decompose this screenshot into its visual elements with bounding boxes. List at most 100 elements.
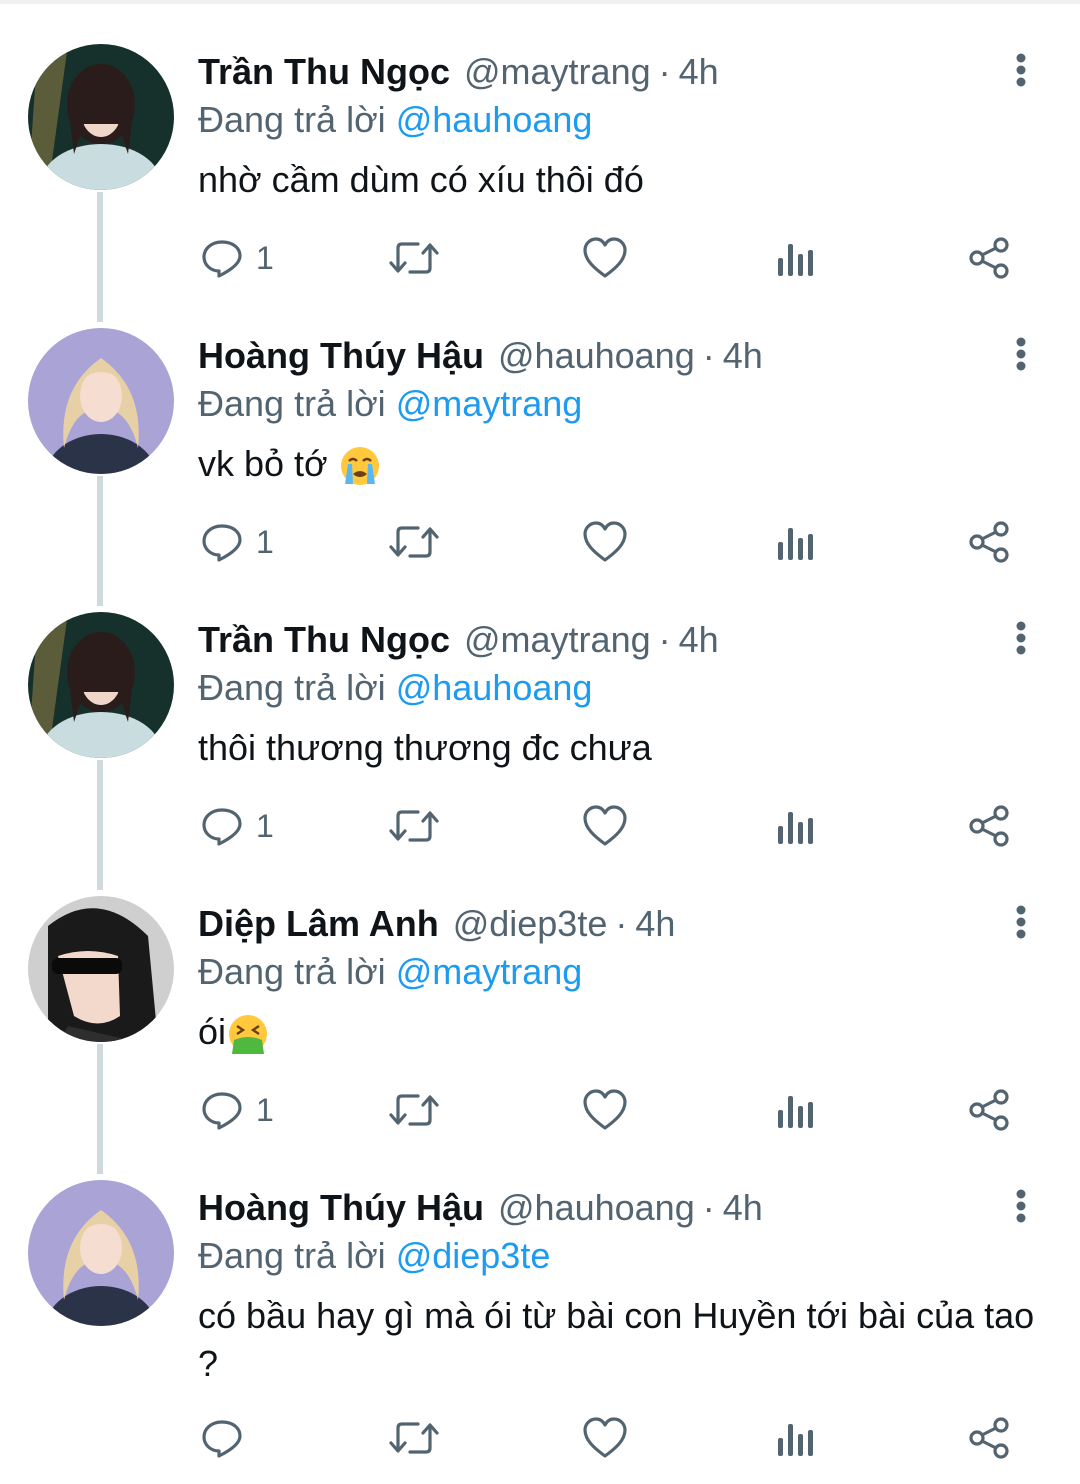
tweet-actions: 1	[0, 796, 1080, 856]
replying-to: Đang trả lời @maytrang	[198, 950, 582, 994]
like-button[interactable]	[582, 228, 628, 288]
share-button[interactable]	[968, 1080, 1012, 1140]
display-name[interactable]: Trần Thu Ngọc	[198, 51, 450, 92]
reply-mention[interactable]: @hauhoang	[396, 667, 593, 708]
reply-button[interactable]: 1	[200, 796, 274, 856]
share-button[interactable]	[968, 796, 1012, 856]
display-name[interactable]: Hoàng Thúy Hậu	[198, 335, 484, 376]
replying-to: Đang trả lời @diep3te	[198, 1234, 550, 1278]
retweet-icon	[389, 1422, 439, 1454]
separator: ·	[658, 51, 671, 92]
timestamp[interactable]: 4h	[679, 51, 719, 92]
avatar[interactable]	[28, 44, 174, 190]
reply-button[interactable]: 1	[200, 228, 274, 288]
tweet-actions	[0, 1408, 1080, 1468]
retweet-button[interactable]	[388, 1408, 440, 1468]
like-button[interactable]	[582, 1408, 628, 1468]
tweet-header: Hoàng Thúy Hậu @hauhoang · 4h	[198, 334, 763, 378]
display-name[interactable]: Diệp Lâm Anh	[198, 903, 439, 944]
reply-count: 1	[256, 239, 274, 276]
analytics-button[interactable]	[776, 1080, 816, 1140]
timestamp[interactable]: 4h	[723, 335, 763, 376]
handle[interactable]: @hauhoang	[498, 1187, 695, 1228]
avatar-hoang-thuy-hau	[28, 1180, 174, 1326]
analytics-button[interactable]	[776, 228, 816, 288]
avatar[interactable]	[28, 1180, 174, 1326]
timestamp[interactable]: 4h	[723, 1187, 763, 1228]
timestamp[interactable]: 4h	[635, 903, 675, 944]
more-icon[interactable]	[1006, 904, 1036, 940]
reply-count: 1	[256, 523, 274, 560]
handle[interactable]: @maytrang	[464, 619, 651, 660]
analytics-icon	[778, 244, 813, 276]
tweet-header: Trần Thu Ngọc @maytrang · 4h	[198, 618, 719, 662]
reply-icon	[202, 808, 242, 846]
reply-prefix: Đang trả lời	[198, 667, 386, 708]
reply-prefix: Đang trả lời	[198, 383, 386, 424]
retweet-icon	[389, 526, 439, 558]
analytics-button[interactable]	[776, 796, 816, 856]
loudly-crying-face-icon	[340, 447, 379, 486]
like-icon	[583, 805, 627, 846]
reply-prefix: Đang trả lời	[198, 1235, 386, 1276]
reply-mention[interactable]: @maytrang	[396, 383, 583, 424]
display-name[interactable]: Trần Thu Ngọc	[198, 619, 450, 660]
retweet-button[interactable]	[388, 796, 440, 856]
reply-icon	[202, 1420, 242, 1458]
analytics-icon	[778, 1424, 813, 1456]
tweet-text: nhờ cầm dùm có xíu thôi đó	[198, 159, 644, 200]
share-button[interactable]	[968, 1408, 1012, 1468]
like-icon	[583, 1089, 627, 1130]
tweet-text: có bầu hay gì mà ói từ bài con Huyền tới…	[198, 1295, 1035, 1384]
handle[interactable]: @maytrang	[464, 51, 651, 92]
timestamp[interactable]: 4h	[679, 619, 719, 660]
more-icon[interactable]	[1006, 620, 1036, 656]
reply-icon	[202, 1092, 242, 1130]
analytics-button[interactable]	[776, 1408, 816, 1468]
more-icon[interactable]	[1006, 1188, 1036, 1224]
reply-icon	[202, 240, 242, 278]
retweet-button[interactable]	[388, 1080, 440, 1140]
separator: ·	[702, 335, 715, 376]
face-vomiting-icon	[229, 1015, 268, 1055]
tweet-text: vk bỏ tớ	[198, 443, 328, 484]
share-button[interactable]	[968, 512, 1012, 572]
reply-mention[interactable]: @maytrang	[396, 951, 583, 992]
retweet-button[interactable]	[388, 512, 440, 572]
more-icon[interactable]	[1006, 52, 1036, 88]
reply-mention[interactable]: @diep3te	[396, 1235, 551, 1276]
handle[interactable]: @hauhoang	[498, 335, 695, 376]
avatar[interactable]	[28, 612, 174, 758]
tweet-actions: 1	[0, 228, 1080, 288]
share-icon	[969, 805, 1009, 847]
like-button[interactable]	[582, 512, 628, 572]
avatar[interactable]	[28, 896, 174, 1042]
display-name[interactable]: Hoàng Thúy Hậu	[198, 1187, 484, 1228]
more-icon[interactable]	[1006, 336, 1036, 372]
tweet-header: Diệp Lâm Anh @diep3te · 4h	[198, 902, 675, 946]
replying-to: Đang trả lời @hauhoang	[198, 98, 592, 142]
like-button[interactable]	[582, 796, 628, 856]
like-icon	[583, 1417, 627, 1458]
share-button[interactable]	[968, 228, 1012, 288]
reply-button[interactable]: 1	[200, 512, 274, 572]
reply-button[interactable]: 1	[200, 1080, 274, 1140]
avatar[interactable]	[28, 328, 174, 474]
reply-button[interactable]	[200, 1408, 256, 1468]
handle[interactable]: @diep3te	[453, 903, 608, 944]
share-icon	[969, 521, 1009, 563]
replying-to: Đang trả lời @maytrang	[198, 382, 582, 426]
reply-mention[interactable]: @hauhoang	[396, 99, 593, 140]
reply-icon	[202, 524, 242, 562]
like-button[interactable]	[582, 1080, 628, 1140]
avatar-diep-lam-anh	[28, 896, 174, 1042]
tweet-text: thôi thương thương đc chưa	[198, 727, 652, 768]
analytics-icon	[778, 1096, 813, 1128]
retweet-button[interactable]	[388, 228, 440, 288]
separator: ·	[702, 1187, 715, 1228]
retweet-icon	[389, 810, 439, 842]
analytics-button[interactable]	[776, 512, 816, 572]
tweet-actions: 1	[0, 1080, 1080, 1140]
tweet-header: Trần Thu Ngọc @maytrang · 4h	[198, 50, 719, 94]
reply-prefix: Đang trả lời	[198, 99, 386, 140]
